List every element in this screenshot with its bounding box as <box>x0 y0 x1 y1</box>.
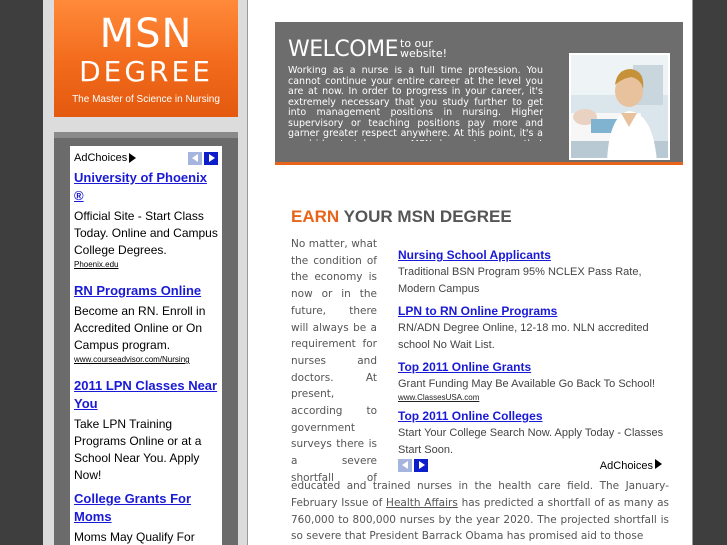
left-ad-item: RN Programs Online Become an RN. Enroll … <box>74 282 218 365</box>
welcome-title-small: to our website! <box>400 37 448 60</box>
logo-tagline: The Master of Science in Nursing <box>72 94 220 105</box>
ad-prev-button[interactable] <box>188 151 202 165</box>
chevron-right-icon <box>209 153 215 162</box>
left-ad-body: Become an RN. Enroll in Accredited Onlin… <box>74 304 206 352</box>
ad-next-button[interactable] <box>204 151 218 165</box>
chevron-right-icon <box>419 461 425 469</box>
welcome-accent-bar <box>275 162 683 165</box>
left-ad-body: Take LPN Training Programs Online or at … <box>74 417 202 482</box>
section-heading-rest: YOUR MSN DEGREE <box>339 207 512 226</box>
right-ad-prev-button[interactable] <box>398 459 412 472</box>
left-ad-title[interactable]: College Grants For Moms <box>74 490 218 526</box>
right-ad-title[interactable]: Nursing School Applicants <box>393 246 670 264</box>
left-ad-url[interactable]: www.courseadvisor.com/Nursing <box>74 354 218 365</box>
left-ad-body: Moms May Qualify For Grants To Earn A De… <box>74 530 195 544</box>
welcome-title-big: WELCOME <box>288 37 398 62</box>
right-ad-body: RN/ADN Degree Online, 12-18 mo. NLN accr… <box>398 322 649 351</box>
body-text-narrow: No matter, what the condition of the eco… <box>291 238 377 484</box>
nurse-photo <box>569 53 670 160</box>
left-ad-url[interactable]: Phoenix.edu <box>74 259 218 270</box>
welcome-text: Working as a nurse is a full time profes… <box>288 66 543 141</box>
health-affairs-link[interactable]: Health Affairs <box>386 497 458 509</box>
welcome-title: WELCOME to our website! <box>288 37 447 62</box>
right-ad-body: Grant Funding May Be Available Go Back T… <box>398 378 656 390</box>
right-ad-title[interactable]: Top 2011 Online Colleges <box>393 407 670 425</box>
left-ad-item: College Grants For Moms Moms May Qualify… <box>74 490 218 545</box>
chevron-left-icon <box>402 461 408 469</box>
adchoices-icon[interactable] <box>129 153 137 163</box>
right-ad-item: Top 2011 Online Colleges Start Your Coll… <box>393 407 670 459</box>
chevron-left-icon <box>192 153 198 162</box>
site-logo[interactable]: MSN DEGREE The Master of Science in Nurs… <box>54 0 238 117</box>
left-ad-unit: AdChoices University of Phoenix ® Offici… <box>70 146 222 545</box>
right-ad-item: Nursing School Applicants Traditional BS… <box>393 246 670 298</box>
welcome-banner: WELCOME to our website! Working as a nur… <box>275 22 683 162</box>
right-ad-next-button[interactable] <box>414 459 428 472</box>
left-ad-item: University of Phoenix ® Official Site - … <box>74 169 218 270</box>
right-ad-item: Top 2011 Online Grants Grant Funding May… <box>393 358 670 403</box>
right-adchoices[interactable]: AdChoices <box>600 459 662 472</box>
right-ad-url[interactable]: www.ClassesUSA.com <box>393 393 670 403</box>
right-ad-footer: AdChoices <box>396 459 662 473</box>
ad-header: AdChoices <box>74 150 218 166</box>
right-ad-item: LPN to RN Online Programs RN/ADN Degree … <box>393 302 670 354</box>
left-ad-item: 2011 LPN Classes Near You Take LPN Train… <box>74 377 218 484</box>
left-sidebar: AdChoices University of Phoenix ® Offici… <box>54 132 238 545</box>
right-ad-body: Start Your College Search Now. Apply Tod… <box>398 427 664 456</box>
section-heading-highlight: EARN <box>291 207 340 226</box>
section-heading: EARN YOUR MSN DEGREE <box>291 207 512 227</box>
adchoices-icon <box>655 459 662 469</box>
body-text-wide: educated and trained nurses in the healt… <box>291 478 669 545</box>
logo-degree-text: DEGREE <box>79 55 213 88</box>
left-ad-title[interactable]: University of Phoenix ® <box>74 169 218 205</box>
right-ad-body: Traditional BSN Program 95% NCLEX Pass R… <box>398 266 642 295</box>
right-ad-title[interactable]: LPN to RN Online Programs <box>393 302 670 320</box>
left-ad-title[interactable]: 2011 LPN Classes Near You <box>74 377 218 413</box>
left-ad-body: Official Site - Start Class Today. Onlin… <box>74 209 218 257</box>
left-ad-title[interactable]: RN Programs Online <box>74 282 218 300</box>
logo-msn-text: MSN <box>99 11 193 57</box>
right-ad-title[interactable]: Top 2011 Online Grants <box>393 358 670 376</box>
right-ad-unit: Nursing School Applicants Traditional BS… <box>393 246 670 476</box>
adchoices-label[interactable]: AdChoices <box>74 152 127 164</box>
adchoices-label: AdChoices <box>599 460 653 472</box>
